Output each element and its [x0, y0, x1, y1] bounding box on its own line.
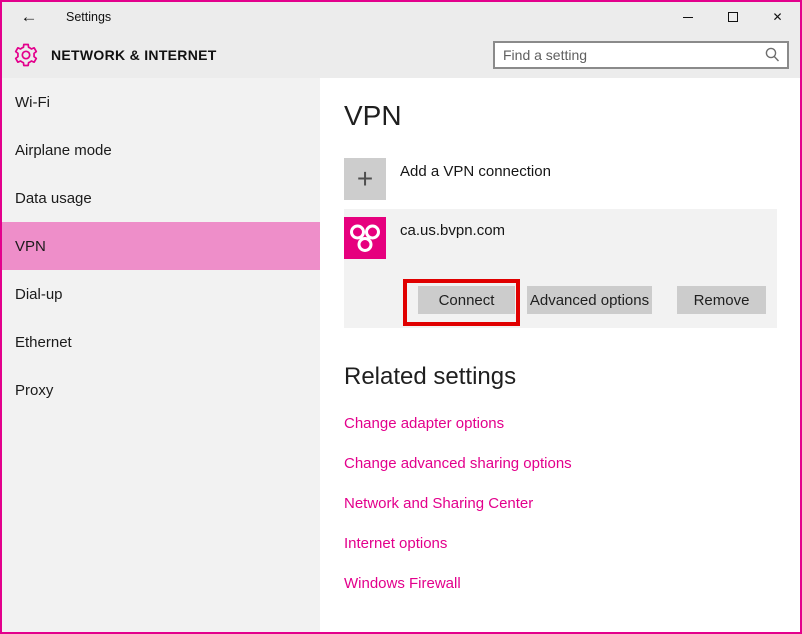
vpn-connection-name: ca.us.bvpn.com: [400, 222, 505, 239]
link-network-and-sharing-center[interactable]: Network and Sharing Center: [344, 483, 800, 523]
page-title: VPN: [344, 97, 800, 135]
connect-button[interactable]: Connect: [418, 286, 515, 314]
maximize-icon: [728, 12, 738, 22]
search-input[interactable]: [495, 47, 761, 63]
add-vpn-button[interactable]: + Add a VPN connection: [344, 158, 800, 200]
link-change-advanced-sharing-options[interactable]: Change advanced sharing options: [344, 443, 800, 483]
titlebar: ← Settings ✕: [2, 2, 800, 32]
search-box: [493, 41, 789, 69]
page-header-title: NETWORK & INTERNET: [51, 47, 217, 63]
sidebar-item-label: Data usage: [15, 190, 92, 207]
sidebar: Wi-Fi Airplane mode Data usage VPN Dial-…: [2, 78, 320, 632]
add-vpn-label: Add a VPN connection: [400, 163, 551, 200]
sidebar-item-label: VPN: [15, 238, 46, 255]
app-header: NETWORK & INTERNET: [2, 32, 800, 78]
search-icon[interactable]: [761, 45, 783, 65]
sidebar-item-label: Wi-Fi: [15, 94, 50, 111]
maximize-button[interactable]: [710, 2, 755, 32]
related-settings-title: Related settings: [344, 361, 800, 393]
sidebar-item-label: Airplane mode: [15, 142, 112, 159]
back-arrow-icon: ←: [21, 7, 38, 26]
link-windows-firewall[interactable]: Windows Firewall: [344, 563, 800, 603]
sidebar-item-airplane-mode[interactable]: Airplane mode: [2, 126, 320, 174]
sidebar-item-vpn[interactable]: VPN: [2, 222, 320, 270]
sidebar-item-label: Ethernet: [15, 334, 72, 351]
body-row: Wi-Fi Airplane mode Data usage VPN Dial-…: [2, 78, 800, 632]
window-title: Settings: [66, 10, 111, 24]
back-button[interactable]: ←: [14, 7, 44, 27]
main-content: VPN + Add a VPN connection ca.us.bvpn.co…: [320, 78, 800, 632]
plus-icon: +: [344, 158, 386, 200]
sidebar-item-data-usage[interactable]: Data usage: [2, 174, 320, 222]
close-icon: ✕: [772, 11, 782, 23]
remove-button[interactable]: Remove: [677, 286, 766, 314]
sidebar-item-label: Proxy: [15, 382, 53, 399]
gear-icon: [13, 42, 39, 68]
link-change-adapter-options[interactable]: Change adapter options: [344, 403, 800, 443]
sidebar-item-wifi[interactable]: Wi-Fi: [2, 78, 320, 126]
sidebar-item-label: Dial-up: [15, 286, 63, 303]
bvpn-logo-icon: [344, 217, 386, 259]
sidebar-item-proxy[interactable]: Proxy: [2, 366, 320, 414]
sidebar-item-dialup[interactable]: Dial-up: [2, 270, 320, 318]
related-settings-links: Change adapter options Change advanced s…: [344, 403, 800, 603]
vpn-connection-item[interactable]: ca.us.bvpn.com Connect Advanced options …: [344, 209, 777, 328]
link-internet-options[interactable]: Internet options: [344, 523, 800, 563]
minimize-icon: [683, 17, 693, 18]
settings-window: ← Settings ✕ NETWORK & INTERNET: [0, 0, 802, 634]
close-button[interactable]: ✕: [755, 2, 800, 32]
sidebar-item-ethernet[interactable]: Ethernet: [2, 318, 320, 366]
minimize-button[interactable]: [665, 2, 710, 32]
advanced-options-button[interactable]: Advanced options: [527, 286, 652, 314]
top-band: ← Settings ✕ NETWORK & INTERNET: [2, 2, 800, 78]
